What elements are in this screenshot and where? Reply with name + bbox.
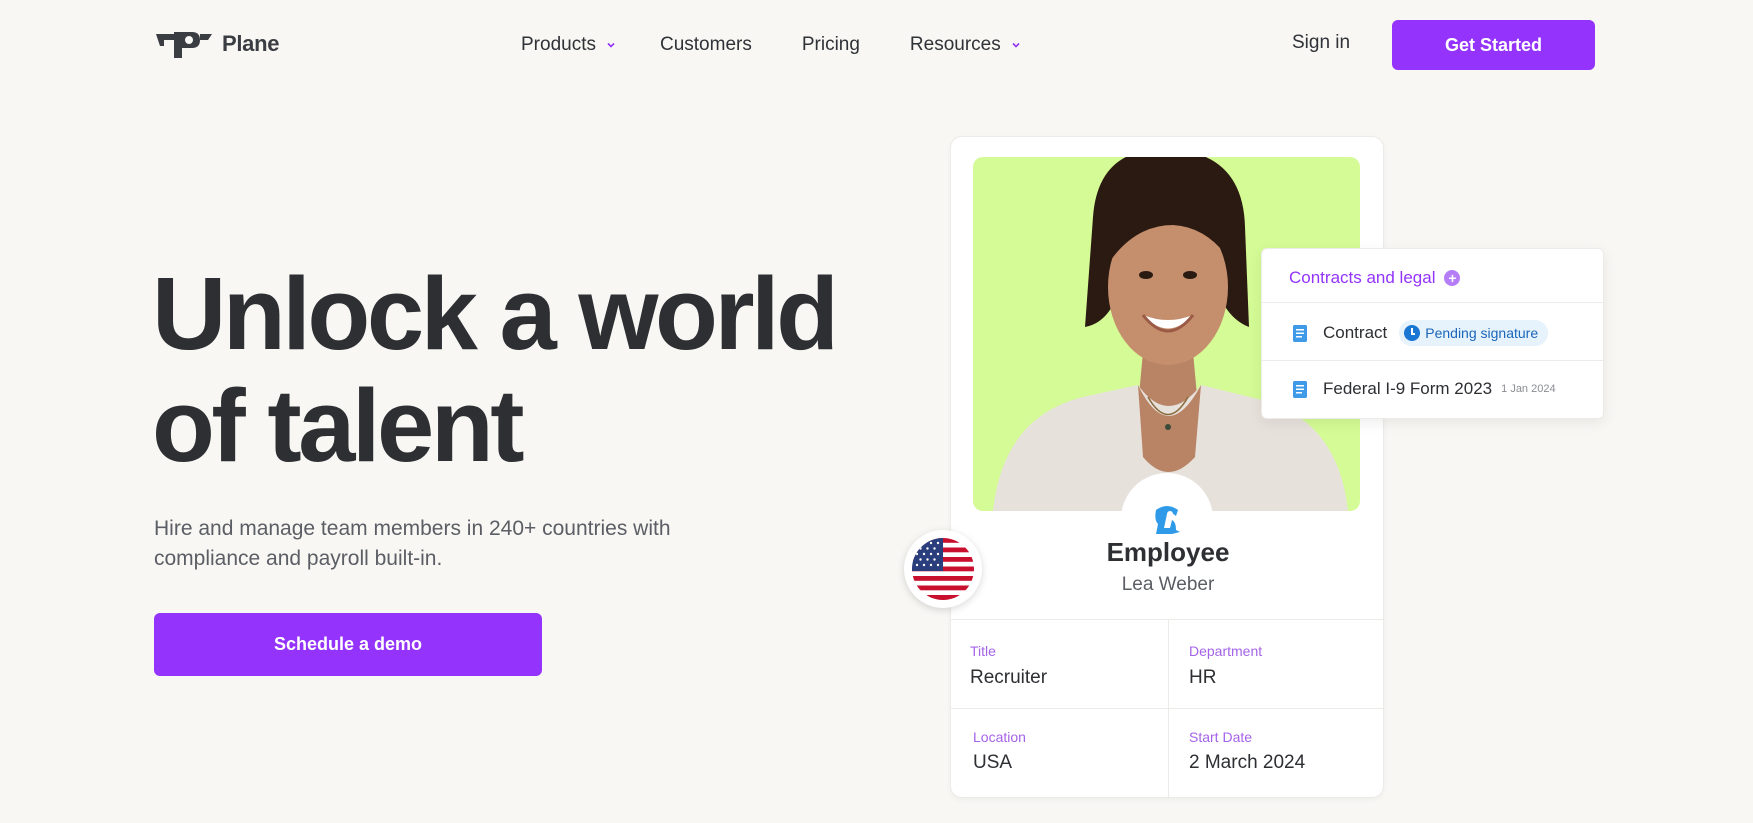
plane-logo[interactable]: Plane	[154, 28, 280, 60]
hero-title-line2: of talent	[152, 368, 525, 483]
usa-flag-icon	[904, 530, 982, 608]
department-value: HR	[1189, 667, 1217, 688]
i9-form-row[interactable]: Federal I-9 Form 2023 1 Jan 2024	[1293, 379, 1556, 399]
contracts-panel: Contracts and legal + Contract Pending s…	[1261, 248, 1604, 419]
location-value: USA	[973, 752, 1013, 773]
contracts-header[interactable]: Contracts and legal +	[1289, 268, 1461, 288]
hero-subtitle-line1: Hire and manage team members in 240+ cou…	[154, 517, 671, 540]
plane-logo-icon	[156, 32, 212, 58]
nav-pricing-label: Pricing	[801, 34, 860, 55]
hero-title-line1: Unlock a world	[152, 256, 839, 371]
divider	[951, 708, 1383, 709]
title-value: Recruiter	[970, 667, 1048, 688]
nav-customers-label: Customers	[659, 34, 752, 55]
contract-name: Contract	[1323, 323, 1388, 342]
divider	[1262, 360, 1603, 361]
start-date-value: 2 March 2024	[1189, 752, 1306, 773]
chevron-down-icon	[1012, 42, 1020, 48]
department-label: Department	[1189, 643, 1263, 659]
nav-products[interactable]: Products	[521, 34, 616, 56]
get-started-button[interactable]: Get Started	[1392, 20, 1595, 70]
status-badge-label: Pending signature	[1425, 325, 1539, 341]
employee-card: Employee Lea Weber Title Recruiter Depar…	[950, 136, 1384, 799]
sign-in-link[interactable]: Sign in	[1292, 32, 1350, 54]
contracts-title: Contracts and legal	[1289, 268, 1436, 287]
company-logo-icon	[1155, 506, 1180, 534]
add-icon[interactable]: +	[1444, 270, 1461, 286]
start-date-label: Start Date	[1189, 729, 1253, 745]
nav-resources-label: Resources	[909, 34, 1001, 55]
divider	[1262, 302, 1603, 303]
clock-icon	[1404, 325, 1421, 341]
divider	[1168, 619, 1169, 799]
status-badge: Pending signature	[1399, 320, 1549, 346]
employee-role: Employee	[1106, 537, 1230, 567]
nav-products-label: Products	[521, 34, 596, 55]
i9-form-name: Federal I-9 Form 2023	[1323, 379, 1493, 398]
nav-resources[interactable]: Resources	[910, 34, 1021, 56]
employee-name: Lea Weber	[1121, 574, 1215, 595]
nav-customers[interactable]: Customers	[660, 34, 752, 56]
nav-pricing[interactable]: Pricing	[802, 34, 860, 56]
contract-row[interactable]: Contract Pending signature	[1293, 320, 1549, 346]
chevron-down-icon	[607, 42, 615, 48]
hero-subtitle: Hire and manage team members in 240+ cou…	[154, 514, 754, 574]
document-icon	[1293, 380, 1307, 398]
hero-subtitle-line2: compliance and payroll built-in.	[154, 547, 443, 570]
hero-title: Unlock a world of talent	[152, 258, 852, 482]
divider	[951, 619, 1383, 620]
location-label: Location	[973, 729, 1026, 745]
document-icon	[1293, 324, 1307, 342]
title-label: Title	[970, 643, 996, 659]
schedule-demo-button[interactable]: Schedule a demo	[154, 613, 542, 676]
i9-form-date: 1 Jan 2024	[1501, 383, 1556, 395]
main-nav: Products Customers Pricing Resources	[521, 30, 1021, 60]
brand-name: Plane	[222, 31, 280, 56]
